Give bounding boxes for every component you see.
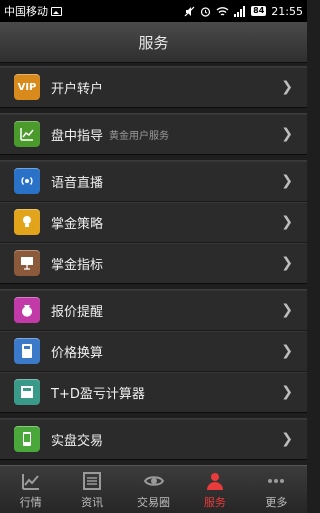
- chevron-right-icon: ❯: [281, 79, 293, 95]
- image-notification-icon: [51, 6, 62, 16]
- signal-icon: [234, 5, 246, 17]
- chevron-right-icon: ❯: [281, 255, 293, 271]
- wifi-icon: [216, 6, 229, 16]
- vip-icon: VIP: [14, 74, 40, 100]
- chevron-right-icon: ❯: [281, 302, 293, 318]
- tab-label: 交易圈: [137, 496, 171, 509]
- battery-icon: 84: [251, 6, 267, 16]
- tab-label: 更多: [265, 496, 288, 509]
- service-item-subtitle: 黄金用户服务: [109, 130, 170, 142]
- money-bag-icon: [14, 297, 40, 323]
- service-item[interactable]: 语音直播 ❯: [0, 161, 307, 202]
- service-item[interactable]: 掌金策略 ❯: [0, 202, 307, 243]
- calculator-icon: [14, 338, 40, 364]
- service-item-label: 开户转户: [51, 81, 104, 97]
- market-chart-icon: [20, 470, 42, 492]
- service-item[interactable]: VIP 开户转户 ❯: [0, 67, 307, 107]
- service-item-label: 掌金策略: [51, 216, 104, 232]
- title-bar: 服务: [0, 22, 307, 63]
- chevron-right-icon: ❯: [281, 343, 293, 359]
- service-item-label: 实盘交易: [51, 433, 104, 449]
- tab-1[interactable]: 资讯: [61, 466, 122, 513]
- page-title: 服务: [138, 33, 169, 52]
- tab-4[interactable]: 更多: [246, 466, 307, 513]
- service-item-label: 盘中指导: [51, 128, 104, 144]
- bottom-tab-bar: 行情 资讯 交易圈 服务 更多: [0, 465, 307, 513]
- chevron-right-icon: ❯: [281, 214, 293, 230]
- service-item-label: T+D盈亏计算器: [51, 386, 145, 402]
- chevron-right-icon: ❯: [281, 384, 293, 400]
- chart-icon: [14, 121, 40, 147]
- tab-label: 服务: [203, 496, 226, 509]
- more-dots-icon: [265, 470, 287, 492]
- tab-label: 资讯: [81, 496, 104, 509]
- service-group: 实盘交易 ❯: [0, 418, 307, 460]
- service-item-label: 掌金指标: [51, 257, 104, 273]
- mute-icon: [184, 6, 195, 16]
- carrier-text: 中国移动: [4, 5, 48, 18]
- service-item[interactable]: 实盘交易 ❯: [0, 419, 307, 459]
- alarm-icon: [201, 6, 211, 17]
- phone-trade-icon: [14, 426, 40, 452]
- service-item-label: 报价提醒: [51, 304, 104, 320]
- service-item[interactable]: 报价提醒 ❯: [0, 290, 307, 331]
- chevron-right-icon: ❯: [281, 173, 293, 189]
- status-bar: 中国移动 84 21:55: [0, 0, 307, 22]
- service-item[interactable]: T+D盈亏计算器 ❯: [0, 372, 307, 412]
- chevron-right-icon: ❯: [281, 431, 293, 447]
- service-group: VIP 开户转户 ❯: [0, 66, 307, 108]
- lightbulb-icon: [14, 209, 40, 235]
- presentation-icon: [14, 250, 40, 276]
- calculator-board-icon: [14, 379, 40, 405]
- clock-text: 21:55: [271, 4, 303, 18]
- service-item[interactable]: 盘中指导 黄金用户服务 ❯: [0, 114, 307, 154]
- newspaper-icon: [81, 470, 103, 492]
- tab-0[interactable]: 行情: [0, 466, 61, 513]
- service-person-icon: [204, 470, 226, 492]
- tab-2[interactable]: 交易圈: [123, 466, 184, 513]
- service-item-label: 语音直播: [51, 175, 104, 191]
- service-group: 盘中指导 黄金用户服务 ❯: [0, 113, 307, 155]
- service-group: 报价提醒 ❯ 价格换算 ❯ T+D盈亏计算器 ❯: [0, 289, 307, 413]
- chevron-right-icon: ❯: [281, 126, 293, 142]
- service-group: 语音直播 ❯ 掌金策略 ❯ 掌金指标 ❯: [0, 160, 307, 284]
- service-item-label: 价格换算: [51, 345, 104, 361]
- tab-3[interactable]: 服务: [184, 466, 245, 513]
- tab-label: 行情: [19, 496, 42, 509]
- service-list: VIP 开户转户 ❯ 盘中指导 黄金用户服务 ❯ 语音直播 ❯ 掌金策略 ❯ 掌金指标 ❯ 报价提醒 ❯ 价…: [0, 63, 307, 465]
- eye-icon: [143, 470, 165, 492]
- broadcast-icon: [14, 168, 40, 194]
- service-item[interactable]: 掌金指标 ❯: [0, 243, 307, 283]
- service-item[interactable]: 价格换算 ❯: [0, 331, 307, 372]
